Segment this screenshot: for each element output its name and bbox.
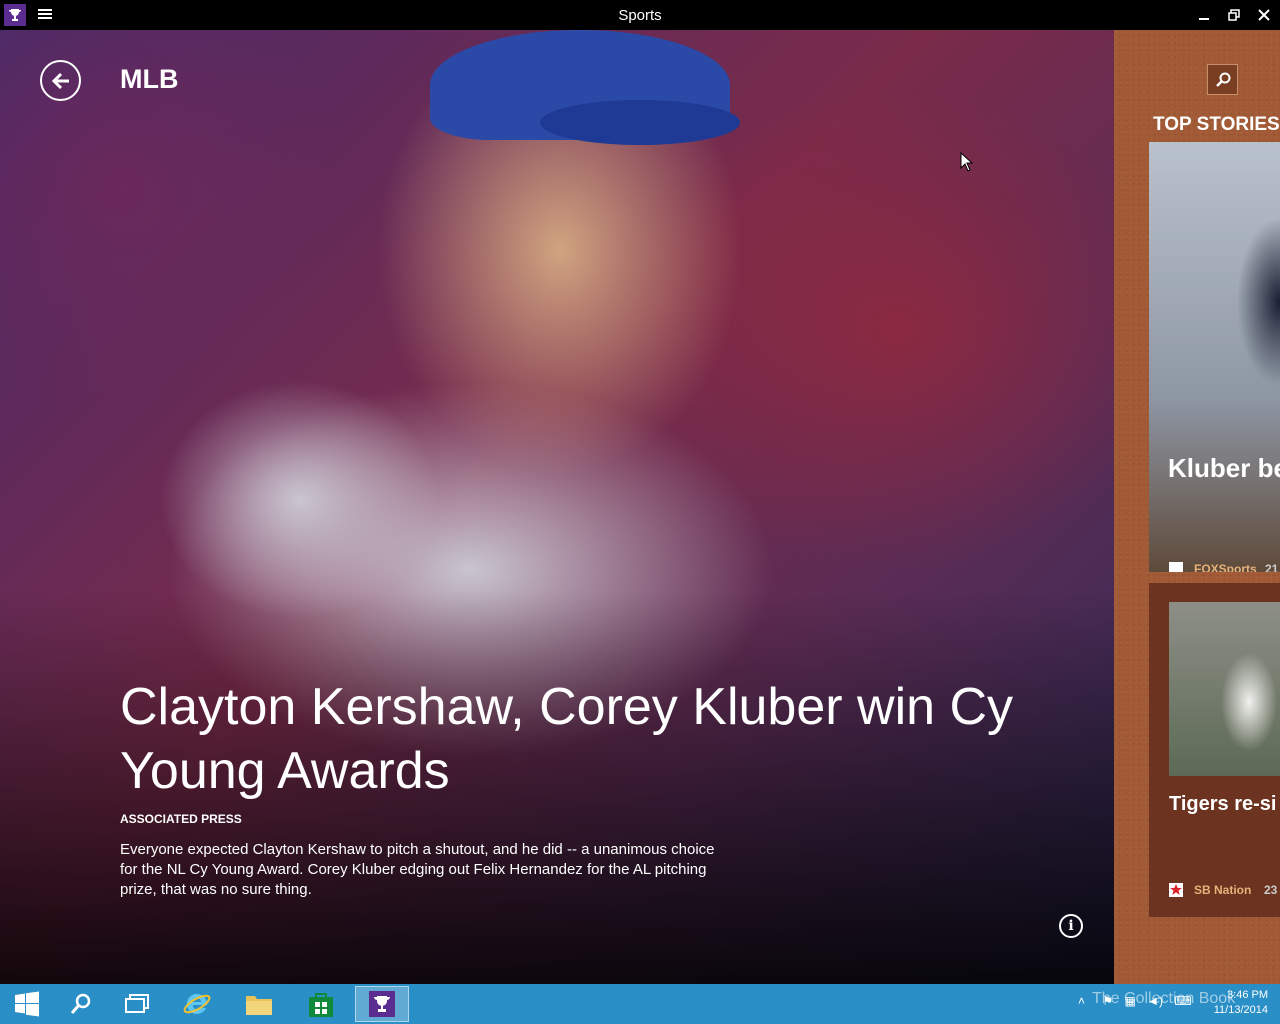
- folder-icon: [246, 996, 272, 1015]
- back-button[interactable]: [40, 60, 81, 101]
- file-explorer-button[interactable]: [232, 986, 286, 1022]
- top-stories-label: TOP STORIES: [1153, 114, 1280, 135]
- clock-time: 3:46 PM: [1227, 989, 1268, 1001]
- flag-icon[interactable]: ⚑: [1102, 994, 1113, 1008]
- story-card[interactable]: Kluber be ballot — FOXSports 21: [1149, 142, 1280, 572]
- start-button[interactable]: [0, 986, 54, 1022]
- taskbar: The Collection Book ˄ ⚑ ▦ ◄) ⌨ 3:46 PM 1…: [0, 984, 1280, 1024]
- clock-date: 11/13/2014: [1213, 1004, 1268, 1016]
- hero-source: ASSOCIATED PRESS: [120, 812, 242, 826]
- system-tray: ˄ ⚑ ▦ ◄) ⌨: [1078, 994, 1192, 1008]
- top-stories-panel: TOP STORIES › Kluber be ballot — FOXSpor…: [1114, 30, 1280, 984]
- chevron-up-icon[interactable]: ˄: [1078, 994, 1085, 1008]
- internet-explorer-icon: [183, 993, 211, 1014]
- story-time: 23: [1264, 883, 1278, 897]
- internet-explorer-button[interactable]: [170, 986, 224, 1022]
- windows-logo-icon: [15, 991, 39, 1017]
- title-bar: Sports: [0, 0, 1280, 30]
- sports-app-button[interactable]: [355, 986, 409, 1022]
- trophy-icon: [369, 991, 395, 1017]
- foxsports-logo-icon: [1169, 562, 1183, 572]
- story-title: Kluber be ballot —: [1168, 453, 1280, 483]
- search-button[interactable]: [1207, 64, 1238, 95]
- page-title: MLB: [120, 64, 179, 94]
- store-icon: [309, 993, 333, 1017]
- top-stories-heading[interactable]: TOP STORIES ›: [1153, 114, 1280, 136]
- close-button[interactable]: [1248, 0, 1280, 30]
- sbnation-logo-icon: [1169, 883, 1183, 897]
- story-photo: [1169, 602, 1280, 776]
- story-source: SB Nation: [1194, 883, 1252, 897]
- mouse-cursor-icon: [960, 152, 974, 172]
- story-time: 21: [1265, 562, 1279, 572]
- story-card[interactable]: Tigers re-si to four-yea contract SB Nat…: [1149, 583, 1280, 917]
- hero-summary: Everyone expected Clayton Kershaw to pit…: [120, 841, 715, 898]
- task-view-icon: [125, 994, 149, 1013]
- restore-button[interactable]: [1218, 0, 1250, 30]
- hero-photo-brim: [540, 100, 740, 145]
- search-button[interactable]: [54, 986, 108, 1022]
- search-icon: [1215, 72, 1230, 87]
- task-view-button[interactable]: [110, 986, 164, 1022]
- hero-article[interactable]: MLB Clayton Kershaw, Corey Kluber win Cy…: [0, 30, 1114, 984]
- story-source: FOXSports: [1194, 562, 1257, 572]
- network-icon[interactable]: ▦: [1124, 994, 1135, 1008]
- info-icon[interactable]: i: [1059, 914, 1083, 938]
- story-photo: [1149, 142, 1280, 572]
- hero-headline[interactable]: Clayton Kershaw, Corey Kluber win Cy You…: [120, 675, 1020, 803]
- keyboard-icon[interactable]: ⌨: [1174, 994, 1191, 1008]
- minimize-button[interactable]: [1188, 0, 1220, 30]
- back-arrow-icon: [51, 72, 69, 89]
- window-title: Sports: [618, 7, 662, 24]
- search-icon: [70, 993, 91, 1014]
- story-title: Tigers re-si to four-yea contract: [1169, 793, 1280, 815]
- store-button[interactable]: [294, 986, 348, 1022]
- volume-icon[interactable]: ◄): [1147, 994, 1163, 1008]
- clock[interactable]: 3:46 PM 11/13/2014: [1208, 988, 1268, 1018]
